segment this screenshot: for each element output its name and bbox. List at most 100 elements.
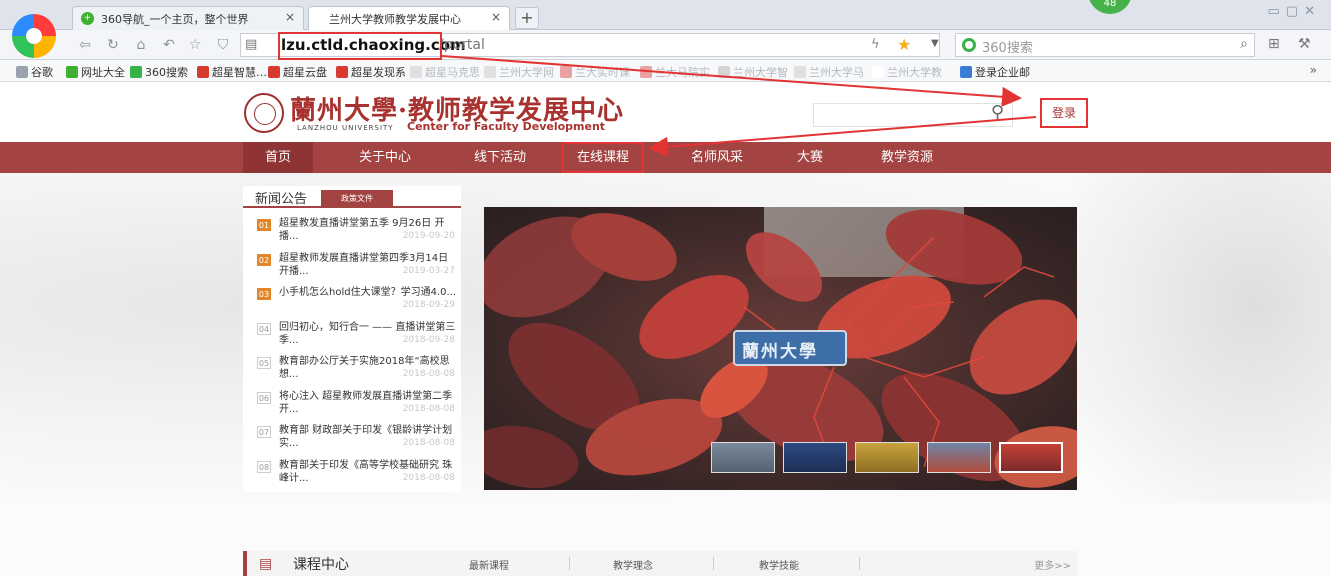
news-title-link[interactable]: 小手机怎么hold住大课堂？学习通4.0... (279, 286, 457, 299)
news-rank-badge: 08 (257, 460, 271, 473)
favorites-icon[interactable]: ☆ (186, 36, 204, 54)
bookmark-item[interactable]: 超星发现系 (336, 64, 406, 80)
news-list-item[interactable]: 08 教育部关于印发《高等学校基础研究 珠峰计... 2018-08-08 (257, 459, 457, 494)
news-date: 2018-08-08 (398, 403, 455, 414)
bookmark-favicon-icon (130, 66, 142, 78)
url-path[interactable]: /portal (439, 37, 485, 53)
nav-teaching-resources[interactable]: 教学资源 (862, 142, 952, 173)
nav-online-courses[interactable]: 在线课程 (562, 142, 644, 173)
shield-icon[interactable]: ⛉ (214, 36, 232, 54)
news-list-item[interactable]: 07 教育部 财政部关于印发《银龄讲学计划 实... 2018-08-08 (257, 424, 457, 459)
bookmark-item[interactable]: 超星云盘 (268, 64, 327, 80)
bookmark-favicon-icon (640, 66, 652, 78)
nav-famous-teachers[interactable]: 名师风采 (672, 142, 762, 173)
main-nav: 首页 关于中心 线下活动 在线课程 名师风采 大赛 教学资源 (0, 142, 1331, 173)
carousel-thumbnail[interactable] (855, 442, 919, 473)
maximize-icon[interactable]: ▢ (1286, 4, 1304, 19)
undo-icon[interactable]: ↶ (160, 36, 178, 54)
more-link[interactable]: 更多>> (1034, 557, 1071, 572)
nav-competitions[interactable]: 大赛 (780, 142, 840, 173)
refresh-icon[interactable]: ↻ (104, 36, 122, 54)
browser-tab-label: 360导航_一个主页，整个世界 (101, 13, 249, 26)
carousel-thumbnail[interactable] (783, 442, 847, 473)
close-tab-icon[interactable]: × (285, 10, 295, 24)
360-browser-logo-icon[interactable] (12, 14, 56, 58)
bookmark-item[interactable]: 超星智慧… (197, 64, 267, 80)
bookmark-label: 兰州大学智 (733, 66, 788, 79)
browser-tab-label: 兰州大学教师教学发展中心 (329, 13, 461, 26)
tab-policy-documents[interactable]: 政策文件 (321, 190, 393, 208)
search-icon[interactable]: ⌕ (1240, 36, 1248, 52)
background-image-right (1071, 173, 1331, 503)
bookmark-favicon-icon (560, 66, 572, 78)
banner-sign-text: 蘭州大學 (742, 342, 818, 362)
news-date: 2019-09-20 (398, 231, 455, 241)
bookmarks-more-icon[interactable]: » (1310, 63, 1317, 77)
home-icon[interactable]: ⌂ (132, 36, 150, 54)
bookmark-label: 登录企业邮 (975, 66, 1030, 79)
bookmark-item[interactable]: 超星马克思 (410, 64, 480, 80)
bookmark-item[interactable]: 兰州大学智 (718, 64, 788, 80)
bookmarks-bar: » 谷歌 网址大全 360搜索 超星智慧… 超星云盘 超星发现系 超星马克思 兰州大学网 兰大实… (0, 60, 1331, 82)
bookmark-item[interactable]: 登录企业邮 (960, 64, 1030, 80)
minimize-icon[interactable]: ▭ (1268, 4, 1286, 19)
site-search-input[interactable]: ⚲ (813, 102, 1013, 127)
chevron-down-icon[interactable]: ▼ (931, 38, 939, 49)
grid-apps-icon[interactable]: ⊞ (1268, 36, 1280, 52)
bookmark-item[interactable]: 兰大实时课 (560, 64, 630, 80)
bookmark-item[interactable]: 兰州大学马 (794, 64, 864, 80)
bookmark-label: 兰大实时课 (575, 66, 630, 79)
news-rank-badge: 05 (257, 357, 271, 369)
browser-tab-360-nav[interactable]: + 360导航_一个主页，整个世界 × (72, 6, 304, 30)
carousel-thumbnail[interactable] (927, 442, 991, 473)
bookmark-item[interactable]: 网址大全 (66, 64, 125, 80)
nav-about[interactable]: 关于中心 (340, 142, 430, 173)
back-icon[interactable]: ⇦ (76, 36, 94, 54)
bookmark-item[interactable]: 360搜索 (130, 64, 188, 80)
search-icon[interactable]: ⚲ (991, 102, 1004, 123)
bookmark-favicon-icon (336, 66, 348, 78)
news-list-item[interactable]: 01 超星教发直播讲堂第五季 9月26日 开播... 2019-09-20 (257, 217, 457, 252)
login-button[interactable]: 登录 (1040, 98, 1088, 128)
carousel-thumbnail-active[interactable] (999, 442, 1063, 473)
nav-offline-activities[interactable]: 线下活动 (455, 142, 545, 173)
notification-badge[interactable]: 48 (1088, 0, 1132, 14)
close-tab-icon[interactable]: × (491, 10, 501, 24)
bookmark-label: 超星智慧… (212, 66, 267, 79)
close-window-icon[interactable]: ✕ (1304, 4, 1321, 19)
bookmark-item[interactable]: 兰州大学教 (872, 64, 942, 80)
news-date: 2019-03-27 (398, 265, 455, 276)
tab-news[interactable]: 新闻公告 (255, 188, 307, 207)
carousel-thumbnail[interactable] (711, 442, 775, 473)
bookmark-item[interactable]: 谷歌 (16, 64, 53, 80)
news-list-item[interactable]: 04 回归初心，知行合一 —— 直播讲堂第三季... 2018-09-28 (257, 321, 457, 356)
lzu-emblem-icon[interactable] (244, 93, 284, 133)
bookmark-star-icon[interactable]: ★ (897, 35, 911, 54)
browser-tab-lzu[interactable]: 兰州大学教师教学发展中心 × (308, 6, 510, 30)
page-icon: ▤ (245, 37, 258, 52)
list-icon: ▤ (259, 556, 273, 572)
tab-latest-courses[interactable]: 最新课程 (469, 557, 509, 572)
bookmark-label: 超星发现系 (351, 66, 406, 79)
news-rank-badge: 07 (257, 426, 271, 438)
bookmark-label: 超星马克思 (425, 66, 480, 79)
browser-search-input[interactable]: 360搜索 ⌕ (955, 33, 1255, 57)
window-controls[interactable]: ▭▢✕ (1268, 4, 1322, 19)
new-tab-button[interactable]: + (515, 7, 539, 29)
bookmark-item[interactable]: 兰大马院实 (640, 64, 710, 80)
bookmark-label: 谷歌 (31, 66, 53, 79)
news-list-item[interactable]: 05 教育部办公厅关于实施2018年“高校思想... 2018-08-08 (257, 355, 457, 390)
news-list-item[interactable]: 06 将心注入 超星教师发展直播讲堂第二季开... 2018-08-08 (257, 390, 457, 425)
browser-toolbar: ⇦ ↻ ⌂ ↶ ☆ ⛉ ▤ lzu.ctld.chaoxing.com /por… (0, 30, 1331, 60)
news-list-item[interactable]: 03 小手机怎么hold住大课堂？学习通4.0... 2018-09-29 (257, 286, 457, 321)
nav-home[interactable]: 首页 (243, 142, 313, 173)
bookmark-item[interactable]: 兰州大学网 (484, 64, 554, 80)
university-english-name: LANZHOU UNIVERSITY (297, 124, 394, 132)
bookmark-label: 兰州大学网 (499, 66, 554, 79)
speed-mode-icon[interactable]: ϟ (871, 37, 880, 52)
news-list-item[interactable]: 02 超星教师发展直播讲堂第四季3月14日开播... 2019-03-27 (257, 252, 457, 287)
tools-wrench-icon[interactable]: ⚒ (1298, 36, 1311, 52)
divider (859, 557, 860, 570)
tab-teaching-philosophy[interactable]: 教学理念 (613, 557, 653, 572)
tab-teaching-skills[interactable]: 教学技能 (759, 557, 799, 572)
